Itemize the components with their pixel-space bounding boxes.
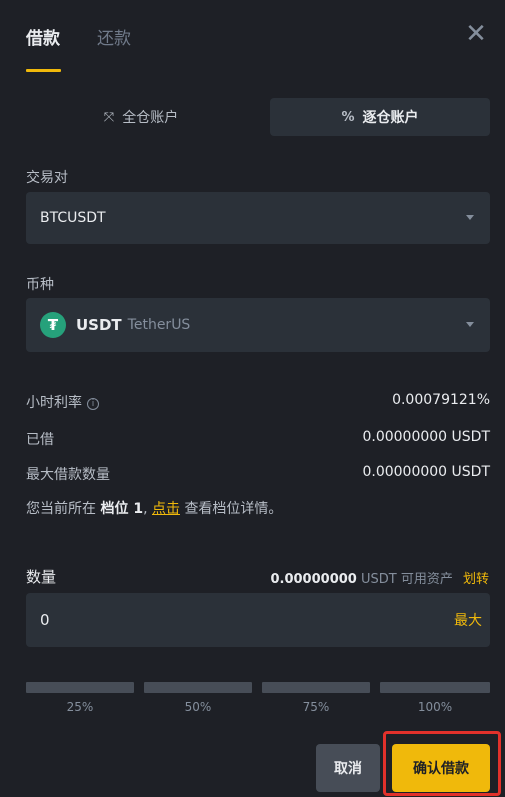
close-icon[interactable]: ✕	[464, 21, 488, 47]
borrowed-label: 已借	[26, 432, 54, 448]
percent-icon: %	[341, 109, 355, 125]
pair-value: BTCUSDT	[40, 210, 106, 226]
tier-details-link[interactable]: 点击	[152, 501, 180, 517]
tier-suffix: 查看档位详情。	[184, 501, 283, 517]
cross-arrows-icon: ⤧	[103, 109, 115, 125]
hourly-rate-row: 小时利率 i 0.00079121%	[26, 392, 490, 412]
max-borrow-row: 最大借款数量 0.00000000 USDT	[26, 464, 490, 484]
borrowed-value: 0.00000000 USDT	[362, 429, 490, 445]
tab-active-indicator	[26, 69, 61, 72]
percent-segment-75[interactable]	[262, 682, 370, 693]
cross-margin-label: 全仓账户	[122, 110, 179, 126]
confirm-borrow-button[interactable]: 确认借款	[392, 744, 490, 792]
tier-prefix: 您当前所在	[26, 501, 96, 517]
isolated-margin-label: 逐仓账户	[362, 110, 419, 126]
info-icon[interactable]: i	[87, 398, 99, 410]
transfer-link[interactable]: 划转	[463, 572, 489, 587]
quantity-label: 数量	[26, 568, 57, 586]
coin-select[interactable]: ₮ USDT TetherUS	[26, 298, 490, 352]
caret-down-icon	[466, 215, 474, 220]
percent-label-50: 50%	[184, 700, 212, 714]
max-borrow-label: 最大借款数量	[26, 467, 110, 483]
pair-select[interactable]: BTCUSDT	[26, 192, 490, 244]
pair-label: 交易对	[26, 170, 68, 186]
available-amount: 0.00000000	[270, 572, 357, 587]
tab-borrow[interactable]: 借款	[26, 24, 60, 49]
hourly-rate-label: 小时利率	[26, 395, 82, 411]
available-balance: 0.00000000 USDT 可用资产 划转	[270, 568, 489, 587]
percent-label-75: 75%	[302, 700, 330, 714]
coin-name: TetherUS	[127, 317, 191, 333]
max-button[interactable]: 最大	[454, 610, 482, 630]
percent-label-100: 100%	[417, 700, 453, 714]
percent-segment-50[interactable]	[144, 682, 252, 693]
coin-label: 币种	[26, 277, 54, 293]
tier-comma: ,	[143, 501, 148, 517]
hourly-rate-value: 0.00079121%	[392, 392, 490, 408]
tether-logo-icon: ₮	[40, 312, 66, 338]
tier-level: 档位 1	[100, 501, 144, 517]
percent-segment-25[interactable]	[26, 682, 134, 693]
percent-label-25: 25%	[66, 700, 94, 714]
tier-note: 您当前所在 档位 1, 点击 查看档位详情。	[26, 498, 282, 518]
max-borrow-value: 0.00000000 USDT	[362, 464, 490, 480]
quantity-input[interactable]	[40, 593, 400, 647]
percent-segment-100[interactable]	[380, 682, 490, 693]
isolated-margin-toggle[interactable]: % 逐仓账户	[270, 98, 490, 136]
caret-down-icon	[466, 322, 474, 327]
coin-code: USDT	[76, 316, 122, 334]
quantity-field[interactable]: 最大	[26, 593, 490, 647]
cancel-button[interactable]: 取消	[316, 744, 380, 792]
tab-repay[interactable]: 还款	[97, 24, 131, 49]
cross-margin-toggle[interactable]: ⤧ 全仓账户	[26, 98, 256, 136]
borrowed-row: 已借 0.00000000 USDT	[26, 429, 490, 449]
available-unit: USDT 可用资产	[360, 572, 453, 587]
